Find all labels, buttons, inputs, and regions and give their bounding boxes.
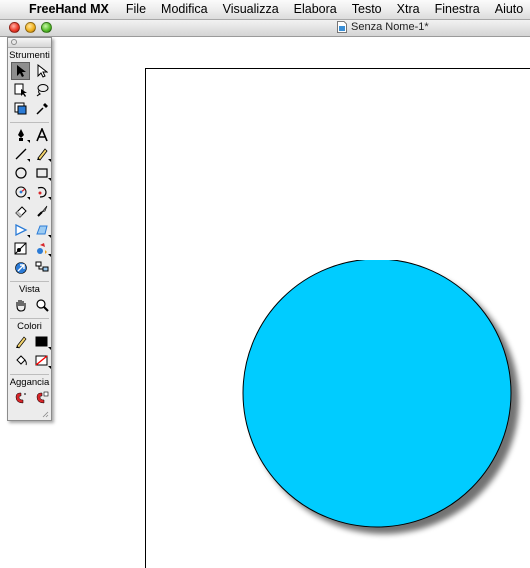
zoom-window-button[interactable] xyxy=(41,22,52,33)
freeform-icon xyxy=(37,186,47,198)
blend-tool[interactable] xyxy=(11,240,30,258)
page-tool[interactable] xyxy=(11,81,30,99)
lasso-icon xyxy=(36,84,48,97)
knife-icon xyxy=(36,205,47,217)
document-title: Senza Nome-1* xyxy=(337,21,429,33)
hand-tool[interactable] xyxy=(11,296,30,314)
eraser-tool[interactable] xyxy=(11,202,30,220)
palette-title-bar[interactable] xyxy=(8,38,51,48)
lasso-tool[interactable] xyxy=(32,81,51,99)
eraser-icon xyxy=(14,206,27,218)
palette-divider xyxy=(10,122,49,123)
rotate-icon xyxy=(15,186,26,198)
paint-bucket-icon xyxy=(15,355,27,366)
magnifier-icon xyxy=(35,299,49,312)
connector-tool[interactable] xyxy=(11,259,30,277)
menu-elabora[interactable]: Elabora xyxy=(294,0,337,19)
fill-color-control[interactable] xyxy=(11,352,30,370)
black-swatch-icon xyxy=(35,336,47,347)
document-title-text: Senza Nome-1* xyxy=(351,21,429,33)
palette-close-button[interactable] xyxy=(11,39,17,45)
menu-visualizza[interactable]: Visualizza xyxy=(223,0,279,19)
circle-fill[interactable] xyxy=(242,260,512,528)
rectangle-icon xyxy=(35,168,48,178)
perspective-icon xyxy=(35,225,48,235)
pen-tool[interactable] xyxy=(11,126,30,144)
menu-xtra[interactable]: Xtra xyxy=(397,0,420,19)
document-title-bar[interactable]: Senza Nome-1* xyxy=(0,20,530,37)
menu-file[interactable]: File xyxy=(126,0,146,19)
magnet-object-icon xyxy=(36,391,48,404)
chart-tool[interactable] xyxy=(32,259,51,277)
palette-resize-grip-icon[interactable] xyxy=(42,411,49,418)
pointer-arrow-icon xyxy=(16,65,26,77)
hose-icon xyxy=(36,243,47,254)
minimize-window-button[interactable] xyxy=(25,22,36,33)
stroke-color-swatch[interactable] xyxy=(32,333,51,351)
freeform-tool[interactable] xyxy=(32,183,51,201)
zoom-tool[interactable] xyxy=(32,296,51,314)
trace-tool[interactable] xyxy=(11,221,30,239)
pen-icon xyxy=(17,129,24,141)
subselect-arrow-icon xyxy=(37,64,48,78)
palette-divider xyxy=(10,281,49,282)
ellipse-tool[interactable] xyxy=(11,164,30,182)
menu-finestra[interactable]: Finestra xyxy=(435,0,480,19)
scale-tool[interactable] xyxy=(11,100,30,118)
pencil-icon xyxy=(36,148,48,161)
stroke-color-control[interactable] xyxy=(11,333,30,351)
hand-icon xyxy=(15,300,26,312)
section-label-vista: Vista xyxy=(19,284,40,295)
text-a-icon xyxy=(35,128,48,142)
menu-aiuto[interactable]: Aiuto xyxy=(495,0,524,19)
magnet-icon xyxy=(15,392,26,404)
pointer-tool[interactable] xyxy=(11,62,30,80)
menu-modifica[interactable]: Modifica xyxy=(161,0,208,19)
line-tool[interactable] xyxy=(11,145,30,163)
blend-icon xyxy=(14,242,26,255)
eyedropper-icon xyxy=(35,103,48,115)
pencil-tool[interactable] xyxy=(32,145,51,163)
menu-bar: FreeHand MX File Modifica Visualizza Ela… xyxy=(0,0,530,20)
snap-to-object-toggle[interactable] xyxy=(32,389,51,407)
rectangle-tool[interactable] xyxy=(32,164,51,182)
fill-color-swatch[interactable] xyxy=(32,352,51,370)
ellipse-icon xyxy=(14,167,27,179)
trace-icon xyxy=(14,223,27,237)
palette-divider xyxy=(10,318,49,319)
palette-divider xyxy=(10,374,49,375)
rotate-tool[interactable] xyxy=(11,183,30,201)
section-label-colori: Colori xyxy=(17,321,42,332)
menu-testo[interactable]: Testo xyxy=(352,0,382,19)
chart-icon xyxy=(35,261,48,272)
app-menu[interactable]: FreeHand MX xyxy=(29,0,109,19)
perspective-tool[interactable] xyxy=(32,221,51,239)
graphic-hose-tool[interactable] xyxy=(32,240,51,258)
snap-to-point-toggle[interactable] xyxy=(11,389,30,407)
document-canvas[interactable] xyxy=(0,37,530,568)
circle-shape[interactable] xyxy=(240,260,530,560)
freehand-document-icon xyxy=(337,21,347,33)
section-label-aggancia: Aggancia xyxy=(9,377,50,388)
close-window-button[interactable] xyxy=(9,22,20,33)
connector-icon xyxy=(14,262,27,274)
page-arrow-icon xyxy=(14,83,27,97)
scale-icon xyxy=(14,102,26,115)
section-label-strumenti: Strumenti xyxy=(9,50,50,61)
text-tool[interactable] xyxy=(32,126,51,144)
subselect-tool[interactable] xyxy=(32,62,51,80)
none-swatch-icon xyxy=(35,355,47,366)
tools-palette[interactable]: Strumenti Vista Colori Aggancia xyxy=(7,37,52,421)
knife-tool[interactable] xyxy=(32,202,51,220)
stroke-pencil-icon xyxy=(15,336,26,349)
eyedropper-tool[interactable] xyxy=(32,100,51,118)
line-icon xyxy=(15,148,26,160)
